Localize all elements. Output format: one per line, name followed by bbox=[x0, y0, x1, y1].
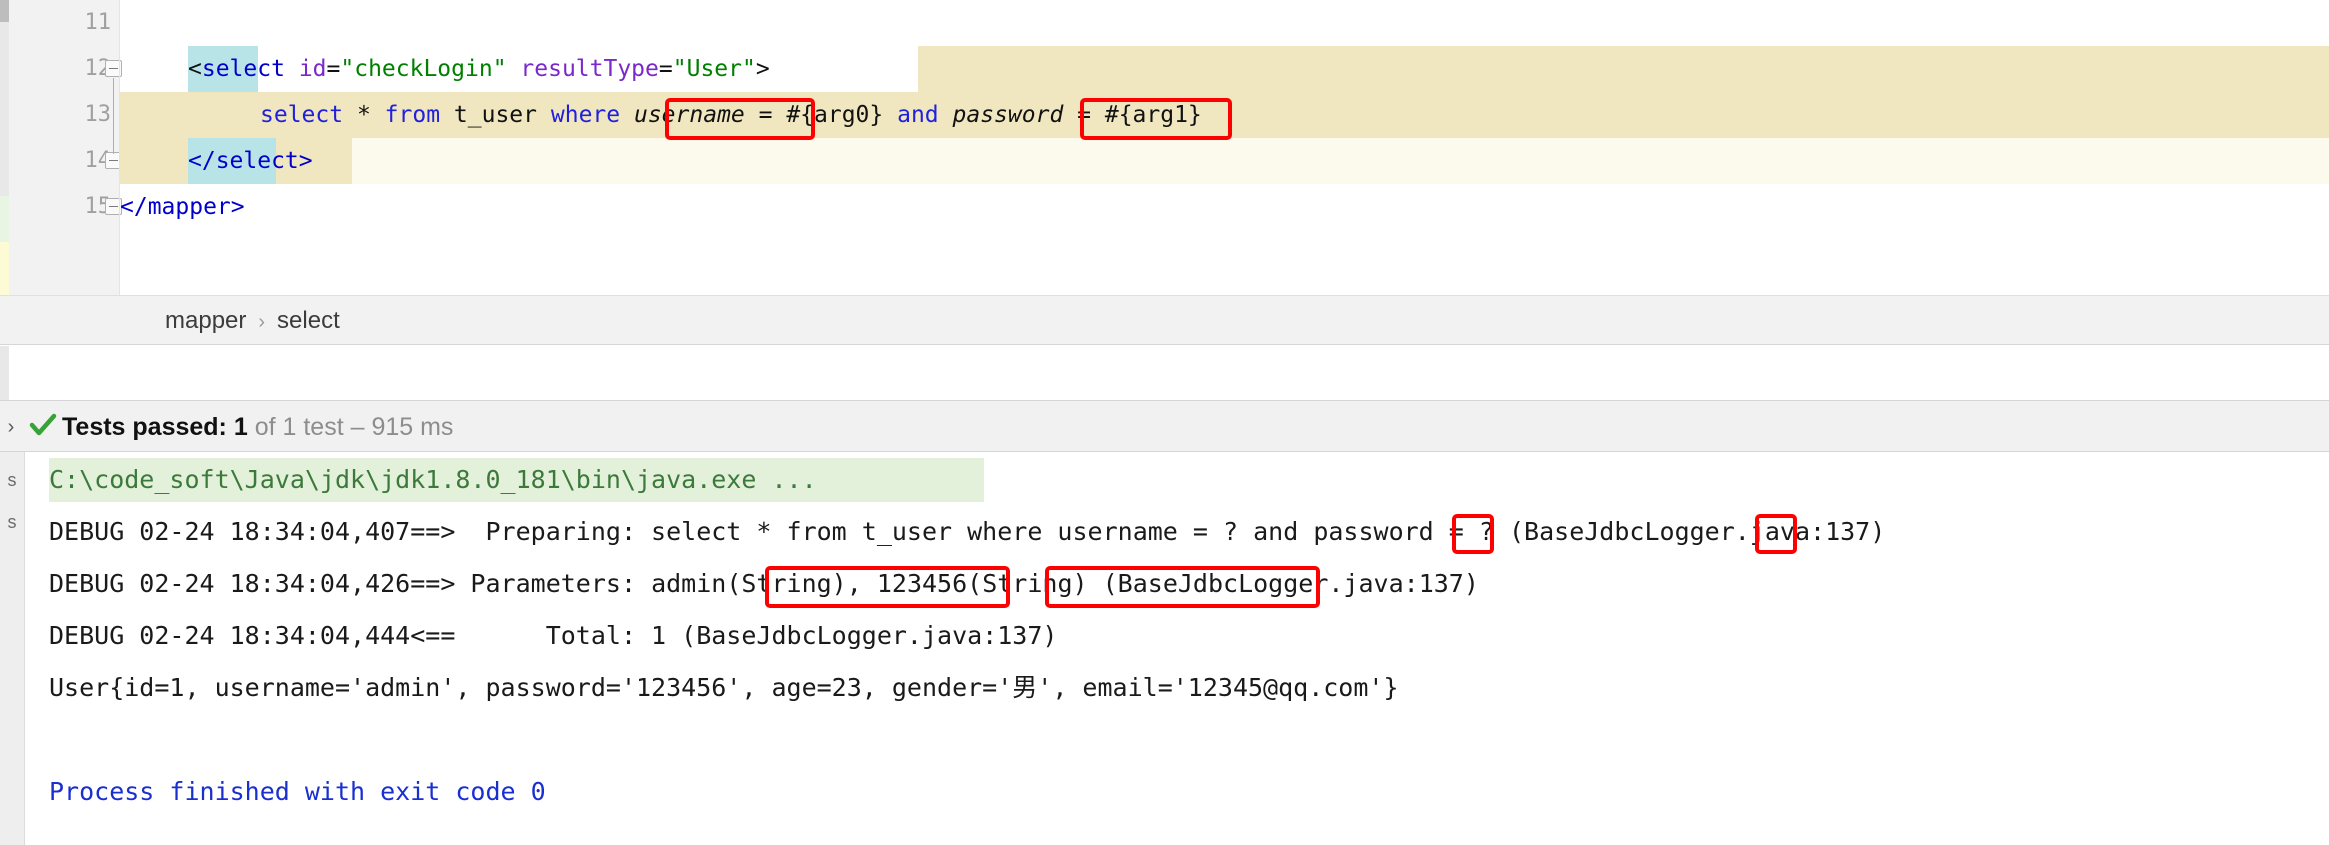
breadcrumb-item-mapper[interactable]: mapper bbox=[165, 307, 246, 334]
expand-chevron-icon[interactable]: › bbox=[0, 415, 22, 439]
equals-1: = bbox=[326, 56, 341, 82]
marker-green bbox=[0, 196, 9, 242]
preparing-mid: and password = bbox=[1238, 517, 1479, 546]
attr-value-user: "User" bbox=[672, 56, 756, 82]
angle-open: < bbox=[188, 56, 202, 82]
mybatis-arg1: #{arg1} bbox=[1104, 102, 1202, 128]
preparing-placeholder-1: ? bbox=[1223, 517, 1239, 546]
code-line-14: </select> bbox=[188, 138, 313, 184]
console-output-pane[interactable]: s s C:\code_soft\Java\jdk\jdk1.8.0_181\b… bbox=[0, 452, 2329, 845]
closing-tag-select: </select> bbox=[188, 148, 313, 174]
test-status-text: Tests passed: 1 of 1 test – 915 ms bbox=[62, 401, 453, 453]
line-number-11: 11 bbox=[84, 10, 112, 35]
console-side-tab-1[interactable]: s bbox=[2, 470, 22, 491]
parameters-comma: , bbox=[846, 569, 877, 598]
panel-gap bbox=[0, 346, 2329, 400]
preparing-suffix: (BaseJdbcLogger.java:137) bbox=[1493, 517, 1886, 546]
console-line-process-finished: Process finished with exit code 0 bbox=[49, 777, 546, 806]
line-number-13: 13 bbox=[84, 102, 112, 127]
line-number-14: 14 bbox=[84, 148, 112, 173]
code-line-13: select * from t_user where username = #{… bbox=[260, 102, 1202, 128]
console-text[interactable]: C:\code_soft\Java\jdk\jdk1.8.0_181\bin\j… bbox=[25, 452, 2329, 845]
sql-keyword-from: from bbox=[384, 102, 441, 128]
breadcrumb-separator-icon: › bbox=[258, 311, 266, 333]
marker-yellow bbox=[0, 242, 9, 295]
breadcrumb-bar: mapper › select bbox=[0, 295, 2329, 345]
fold-guide-line bbox=[113, 78, 114, 154]
code-line-15: </mapper> bbox=[120, 184, 245, 230]
ide-window: 11 12 13 14 15 <select id="checkLogin" r… bbox=[0, 0, 2329, 845]
sql-column-username: username bbox=[633, 102, 745, 128]
sql-keyword-where: where bbox=[550, 102, 621, 128]
console-side-gutter: s s bbox=[0, 452, 24, 845]
console-side-tab-2[interactable]: s bbox=[2, 512, 22, 533]
equals-2: = bbox=[658, 56, 673, 82]
line-number-12: 12 bbox=[84, 56, 112, 81]
panel-gap-marker bbox=[0, 346, 9, 400]
test-status-bar: › Tests passed: 1 of 1 test – 915 ms bbox=[0, 400, 2329, 452]
attr-value-checklogin: "checkLogin" bbox=[340, 56, 507, 82]
breadcrumb-item-select[interactable]: select bbox=[277, 307, 340, 334]
block-highlight-line12 bbox=[918, 46, 2329, 92]
console-line-parameters: DEBUG 02-24 18:34:04,426==> Parameters: … bbox=[49, 562, 1479, 606]
code-editor-pane: 11 12 13 14 15 <select id="checkLogin" r… bbox=[0, 0, 2329, 295]
check-icon bbox=[28, 410, 58, 440]
marker-grey bbox=[0, 0, 9, 22]
parameter-value-123456: 123456(String) bbox=[876, 569, 1088, 598]
code-text-area[interactable]: <select id="checkLogin" resultType="User… bbox=[120, 0, 2329, 295]
console-line-total: DEBUG 02-24 18:34:04,444<== Total: 1 (Ba… bbox=[49, 621, 1058, 650]
sql-keyword-select: select bbox=[260, 102, 344, 128]
tag-name-select: select bbox=[201, 56, 285, 82]
mybatis-arg0: #{arg0} bbox=[786, 102, 884, 128]
line-number-15: 15 bbox=[84, 194, 112, 219]
sql-star: * bbox=[356, 102, 371, 128]
block-highlight-line14-lite bbox=[120, 138, 2329, 184]
sql-keyword-and: and bbox=[897, 102, 939, 128]
attr-resulttype: resultType bbox=[520, 56, 659, 82]
console-line-java-path: C:\code_soft\Java\jdk\jdk1.8.0_181\bin\j… bbox=[49, 465, 817, 494]
preparing-placeholder-2: ? bbox=[1478, 517, 1494, 546]
parameters-prefix: DEBUG 02-24 18:34:04,426==> Parameters: bbox=[49, 569, 652, 598]
attr-id: id bbox=[298, 56, 327, 82]
closing-tag-mapper: </mapper> bbox=[120, 194, 245, 220]
parameter-value-admin: admin(String) bbox=[651, 569, 847, 598]
editor-gutter[interactable]: 11 12 13 14 15 bbox=[9, 0, 122, 295]
angle-close: > bbox=[755, 56, 770, 82]
editor-marker-bar[interactable] bbox=[0, 0, 9, 295]
sql-column-password: password bbox=[952, 102, 1064, 128]
parameters-suffix: (BaseJdbcLogger.java:137) bbox=[1087, 569, 1479, 598]
sql-table-name: t_user bbox=[453, 102, 538, 128]
tests-passed-detail: of 1 test – 915 ms bbox=[254, 413, 454, 441]
tests-passed-count: 1 bbox=[233, 413, 248, 441]
console-line-preparing: DEBUG 02-24 18:34:04,407==> Preparing: s… bbox=[49, 510, 1885, 554]
preparing-prefix: DEBUG 02-24 18:34:04,407==> Preparing: s… bbox=[49, 517, 1223, 546]
code-line-12: <select id="checkLogin" resultType="User… bbox=[188, 46, 770, 92]
breadcrumb[interactable]: mapper › select bbox=[165, 296, 340, 346]
tests-passed-label: Tests passed: bbox=[62, 413, 227, 441]
console-line-user-result: User{id=1, username='admin', password='1… bbox=[49, 673, 1399, 702]
